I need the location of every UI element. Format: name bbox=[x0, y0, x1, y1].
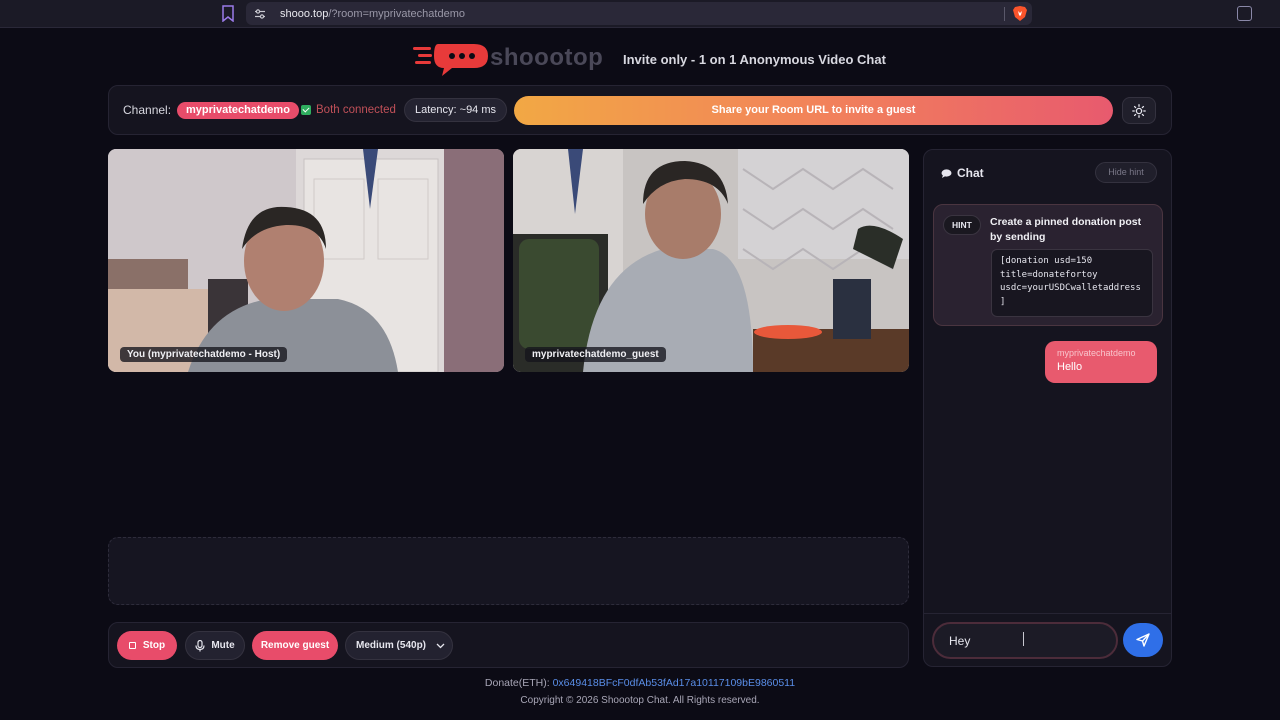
tagline: Invite only - 1 on 1 Anonymous Video Cha… bbox=[623, 52, 886, 67]
host-video-feed bbox=[108, 149, 504, 372]
tab-search-icon[interactable] bbox=[1237, 6, 1252, 21]
stop-button-label: Stop bbox=[142, 640, 166, 651]
chat-divider bbox=[924, 613, 1171, 614]
donate-line: Donate(ETH): 0x649418BFcF0dfAb53fAd17a10… bbox=[0, 677, 1280, 689]
hint-badge: HINT bbox=[943, 215, 981, 235]
send-icon bbox=[1136, 633, 1150, 647]
checkbox-icon bbox=[301, 105, 311, 115]
site-settings-icon[interactable] bbox=[254, 8, 266, 20]
latency-badge: Latency: ~94 ms bbox=[404, 98, 508, 122]
chat-panel: Chat Hide hint HINT Create a pinned dona… bbox=[923, 149, 1172, 667]
guest-video: myprivatechatdemo_guest bbox=[513, 149, 909, 372]
chat-message-input[interactable] bbox=[932, 622, 1118, 659]
quality-select[interactable]: Medium (540p) bbox=[345, 631, 453, 660]
donate-address-link[interactable]: 0x649418BFcF0dfAb53fAd17a10117109bE98605… bbox=[553, 677, 795, 689]
sun-icon bbox=[1132, 103, 1146, 118]
remove-guest-label: Remove guest bbox=[260, 640, 330, 651]
host-video-label: You (myprivatechatdemo - Host) bbox=[120, 347, 288, 362]
guest-video-feed bbox=[513, 149, 909, 372]
chat-header: Chat bbox=[941, 166, 984, 180]
stop-button[interactable]: Stop bbox=[117, 631, 177, 660]
mute-button-label: Mute bbox=[211, 640, 235, 651]
call-controls: Stop Mute Remove guest Medium (540p) bbox=[108, 622, 909, 668]
hint-title: Create a pinned donation post by sending bbox=[990, 216, 1142, 243]
chat-bubble-icon bbox=[941, 168, 952, 178]
channel-name-badge: myprivatechatdemo bbox=[177, 102, 299, 119]
hint-card: HINT Create a pinned donation post by se… bbox=[933, 204, 1163, 326]
host-video: You (myprivatechatdemo - Host) bbox=[108, 149, 504, 372]
address-bar[interactable]: shooo.top/?room=myprivatechatdemo bbox=[246, 2, 1032, 25]
text-cursor-icon bbox=[1023, 632, 1024, 646]
empty-content-panel bbox=[108, 537, 909, 605]
microphone-icon bbox=[195, 639, 205, 651]
url-divider bbox=[1004, 7, 1005, 21]
theme-toggle-button[interactable] bbox=[1122, 97, 1156, 124]
remove-guest-button[interactable]: Remove guest bbox=[252, 631, 338, 660]
logo-icon bbox=[413, 44, 488, 76]
room-control-bar: Channel: myprivatechatdemo Both connecte… bbox=[108, 85, 1172, 135]
channel-label: Channel: bbox=[123, 103, 172, 117]
brave-shield-icon[interactable] bbox=[1012, 5, 1028, 22]
browser-toolbar: shooo.top/?room=myprivatechatdemo bbox=[0, 0, 1280, 28]
logo-text: shoootop bbox=[490, 44, 604, 71]
bookmark-icon[interactable] bbox=[221, 5, 235, 22]
url-path: /?room=myprivatechatdemo bbox=[328, 7, 465, 20]
chevron-down-icon bbox=[436, 643, 445, 648]
stop-icon bbox=[128, 642, 136, 649]
connection-status: Both connected bbox=[301, 104, 396, 116]
chat-message: myprivatechatdemo Hello bbox=[1045, 341, 1157, 383]
donate-label: Donate(ETH): bbox=[484, 677, 553, 689]
chat-title: Chat bbox=[957, 166, 984, 180]
guest-video-label: myprivatechatdemo_guest bbox=[525, 347, 666, 362]
copyright: Copyright © 2026 Shoootop Chat. All Righ… bbox=[520, 695, 760, 706]
hint-code: [donation usd=150 title=donatefortoy usd… bbox=[991, 249, 1153, 317]
url-host: shooo.top bbox=[280, 7, 329, 20]
message-text: Hello bbox=[1057, 361, 1083, 373]
hide-hint-button[interactable]: Hide hint bbox=[1095, 162, 1157, 183]
quality-value: Medium (540p) bbox=[356, 640, 427, 651]
send-button[interactable] bbox=[1123, 623, 1163, 657]
connection-status-text: Both connected bbox=[316, 104, 396, 116]
message-sender: myprivatechatdemo bbox=[1057, 348, 1136, 358]
share-room-button[interactable]: Share your Room URL to invite a guest bbox=[514, 96, 1113, 125]
mute-button[interactable]: Mute bbox=[185, 631, 245, 660]
